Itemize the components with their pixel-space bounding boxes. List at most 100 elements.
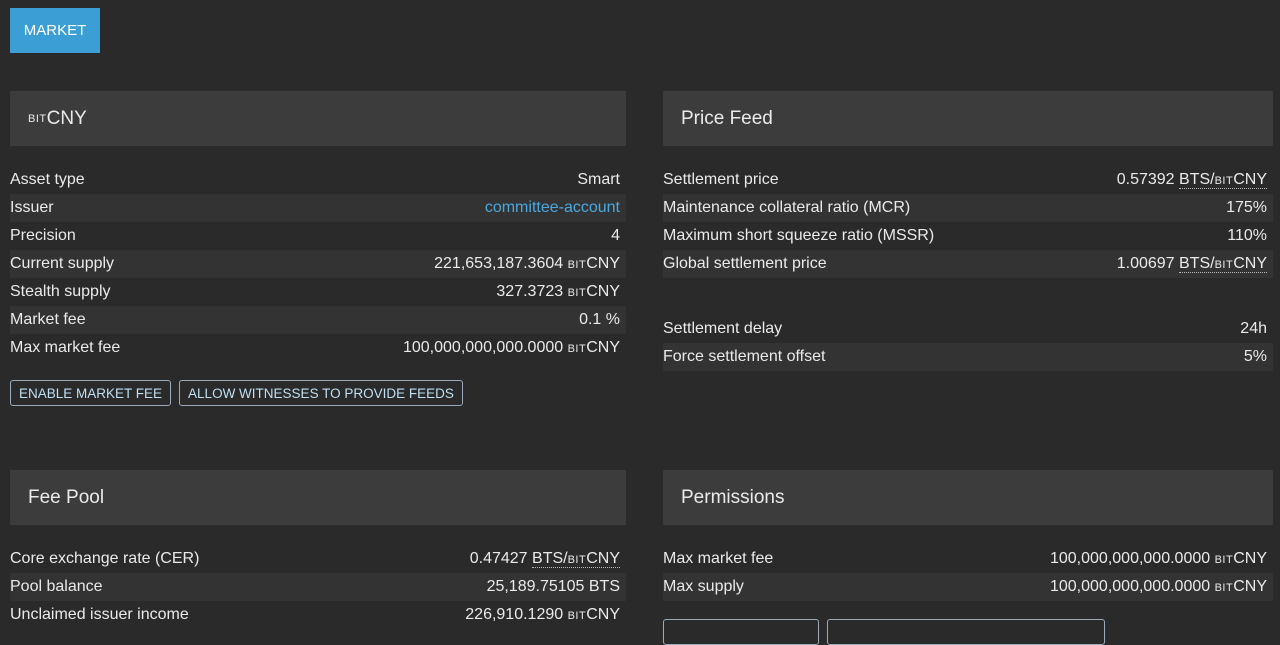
row-value: 226,910.1290 BITCNY — [465, 606, 620, 624]
value-number: 0.47427 — [469, 550, 528, 567]
unit: CNY — [1233, 578, 1267, 595]
row-value: 5% — [1243, 348, 1267, 365]
row-value: 24h — [1240, 320, 1267, 337]
unit-prefix: BIT — [1214, 582, 1234, 594]
row-label: Settlement price — [663, 171, 779, 188]
unit: CNY — [1233, 171, 1267, 188]
unit: CNY — [586, 606, 620, 623]
row-cer: Core exchange rate (CER) 0.47427 BTS/BIT… — [10, 545, 626, 573]
unit: CNY — [1233, 255, 1267, 272]
row-issuer: Issuer committee-account — [10, 194, 626, 222]
unit-prefix: BIT — [567, 343, 587, 355]
value-number: 0.57392 — [1116, 171, 1175, 188]
row-label: Stealth supply — [10, 283, 111, 300]
row-label: Issuer — [10, 199, 54, 216]
fee-pool-panel: Fee Pool Core exchange rate (CER) 0.4742… — [10, 470, 626, 629]
unit: CNY — [586, 339, 620, 356]
row-force-settlement-offset: Force settlement offset 5% — [663, 343, 1273, 371]
value-number: 1.00697 — [1116, 255, 1175, 272]
unit: BTS/ — [1179, 255, 1215, 272]
fee-pool-header: Fee Pool — [10, 470, 626, 525]
permissions-button-1[interactable] — [663, 619, 819, 645]
panel-title: Permissions — [681, 486, 785, 508]
row-value: 1.00697 BTS/BITCNY — [1117, 255, 1267, 273]
value-number: 100,000,000,000.0000 — [1049, 550, 1211, 567]
value-number: 327.3723 — [496, 283, 564, 300]
row-value: 100,000,000,000.0000 BITCNY — [1050, 550, 1267, 568]
asset-title-prefix: BIT — [28, 112, 47, 125]
row-label: Maintenance collateral ratio (MCR) — [663, 199, 911, 216]
row-label: Max market fee — [663, 550, 774, 567]
row-perm-max-market-fee: Max market fee 100,000,000,000.0000 BITC… — [663, 545, 1273, 573]
enable-market-fee-button[interactable]: ENABLE MARKET FEE — [10, 380, 172, 406]
row-pool-balance: Pool balance 25,189.75105 BTS — [10, 573, 626, 601]
row-perm-max-supply: Max supply 100,000,000,000.0000 BITCNY — [663, 573, 1273, 601]
row-value: 110% — [1227, 227, 1267, 244]
price-feed-header: Price Feed — [663, 91, 1273, 146]
row-value: 0.57392 BTS/BITCNY — [1117, 171, 1267, 189]
asset-title: CNY — [46, 107, 87, 129]
row-label: Market fee — [10, 311, 86, 328]
unit-prefix: BIT — [567, 259, 587, 271]
value-number: 100,000,000,000.0000 — [402, 339, 564, 356]
unit-prefix: BIT — [1214, 175, 1234, 187]
row-value: 221,653,187.3604 BITCNY — [434, 255, 620, 273]
unit: BTS/ — [532, 550, 568, 567]
row-label: Global settlement price — [663, 255, 827, 272]
unit-prefix: BIT — [1214, 259, 1234, 271]
row-value: 0.1 % — [579, 311, 620, 328]
row-label: Pool balance — [10, 578, 103, 595]
row-max-market-fee: Max market fee 100,000,000,000.0000 BITC… — [10, 334, 626, 362]
row-label: Unclaimed issuer income — [10, 606, 189, 623]
row-value: Smart — [577, 171, 620, 188]
row-value: 175% — [1226, 199, 1267, 216]
row-label: Core exchange rate (CER) — [10, 550, 200, 567]
row-label: Maximum short squeeze ratio (MSSR) — [663, 227, 935, 244]
market-button[interactable]: MARKET — [10, 8, 100, 53]
row-value: 4 — [611, 227, 620, 244]
price-feed-panel: Price Feed Settlement price 0.57392 BTS/… — [663, 91, 1273, 371]
row-market-fee: Market fee 0.1 % — [10, 306, 626, 334]
row-settlement-delay: Settlement delay 24h — [663, 315, 1273, 343]
permissions-panel: Permissions Max market fee 100,000,000,0… — [663, 470, 1273, 645]
price-unit: BTS/BITCNY — [1179, 171, 1267, 189]
row-label: Force settlement offset — [663, 348, 826, 365]
issuer-link[interactable]: committee-account — [485, 199, 620, 217]
unit: CNY — [586, 255, 620, 272]
row-label: Settlement delay — [663, 320, 783, 337]
row-value: 100,000,000,000.0000 BITCNY — [1050, 578, 1267, 596]
row-value: 327.3723 BITCNY — [496, 283, 620, 301]
panel-title: Fee Pool — [28, 486, 105, 508]
unit-prefix: BIT — [567, 554, 587, 566]
row-unclaimed-income: Unclaimed issuer income 226,910.1290 BIT… — [10, 601, 626, 629]
row-precision: Precision 4 — [10, 222, 626, 250]
value-number: 226,910.1290 — [465, 606, 564, 623]
asset-panel: BIT CNY Asset type Smart Issuer committee… — [10, 91, 626, 406]
unit-prefix: BIT — [567, 287, 587, 299]
row-global-settlement-price: Global settlement price 1.00697 BTS/BITC… — [663, 250, 1273, 278]
value-number: 221,653,187.3604 — [434, 255, 564, 272]
row-asset-type: Asset type Smart — [10, 166, 626, 194]
row-label: Precision — [10, 227, 76, 244]
permissions-header: Permissions — [663, 470, 1273, 525]
row-mcr: Maintenance collateral ratio (MCR) 175% — [663, 194, 1273, 222]
unit: BTS/ — [1179, 171, 1215, 188]
row-value: 0.47427 BTS/BITCNY — [470, 550, 620, 568]
row-label: Max supply — [663, 578, 744, 595]
value-number: 100,000,000,000.0000 — [1049, 578, 1211, 595]
row-settlement-price: Settlement price 0.57392 BTS/BITCNY — [663, 166, 1273, 194]
unit: CNY — [586, 550, 620, 567]
permissions-button-2[interactable] — [827, 619, 1105, 645]
asset-panel-header: BIT CNY — [10, 91, 626, 146]
row-label: Max market fee — [10, 339, 121, 356]
row-value: 25,189.75105 BTS — [486, 578, 620, 595]
unit-prefix: BIT — [567, 610, 587, 622]
panel-title: Price Feed — [681, 107, 773, 129]
unit: CNY — [586, 283, 620, 300]
row-mssr: Maximum short squeeze ratio (MSSR) 110% — [663, 222, 1273, 250]
row-value: 100,000,000,000.0000 BITCNY — [403, 339, 620, 357]
unit-prefix: BIT — [1214, 554, 1234, 566]
unit: CNY — [1233, 550, 1267, 567]
row-stealth-supply: Stealth supply 327.3723 BITCNY — [10, 278, 626, 306]
allow-witnesses-feeds-button[interactable]: ALLOW WITNESSES TO PROVIDE FEEDS — [179, 380, 463, 406]
